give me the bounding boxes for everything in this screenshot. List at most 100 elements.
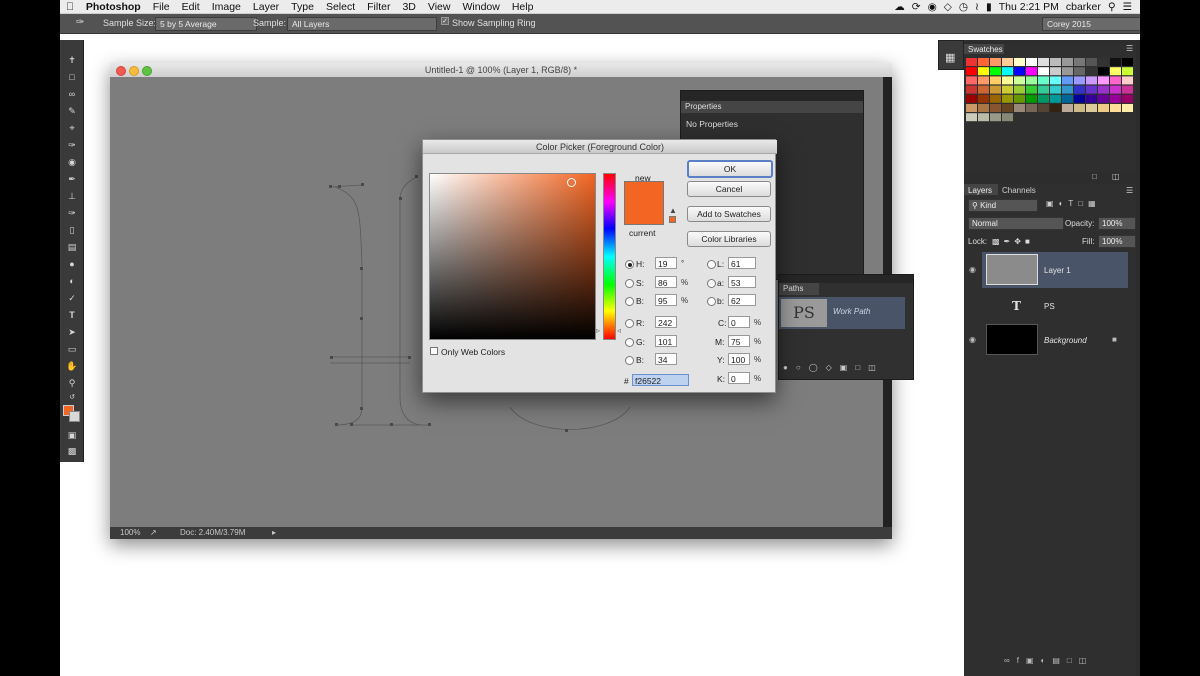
spotlight-icon[interactable]: ⚲ xyxy=(1108,1,1116,13)
swatch[interactable] xyxy=(966,58,977,66)
swatch[interactable] xyxy=(1122,94,1133,103)
swatch[interactable] xyxy=(966,76,977,85)
add-to-swatches-button[interactable]: Add to Swatches xyxy=(687,206,771,222)
eyedropper-tool-icon[interactable]: ✑ xyxy=(76,17,84,28)
a-channel-radio[interactable] xyxy=(707,279,716,288)
swatch[interactable] xyxy=(1038,67,1049,76)
path-row[interactable]: PS Work Path xyxy=(779,297,905,329)
swatch[interactable] xyxy=(1110,67,1121,76)
marquee-tool-icon[interactable]: □ xyxy=(65,71,79,83)
swatch[interactable] xyxy=(990,76,1001,85)
swatch[interactable] xyxy=(1002,76,1013,85)
cyan-field[interactable]: 0 xyxy=(728,316,750,328)
swatch[interactable] xyxy=(1062,58,1073,66)
menu-window[interactable]: Window xyxy=(456,1,505,13)
zoom-window-icon[interactable] xyxy=(142,66,152,76)
properties-tab[interactable]: Properties xyxy=(681,101,863,113)
swap-colors-icon[interactable]: ↺ xyxy=(65,392,79,404)
swatch-grid[interactable] xyxy=(966,58,1134,124)
swatch[interactable] xyxy=(1074,58,1085,66)
opacity-field[interactable]: 100% xyxy=(1098,217,1136,230)
notification-icon[interactable]: ◉ xyxy=(928,1,937,13)
lock-transparency-icon[interactable]: ▩ xyxy=(992,237,1004,246)
swatch[interactable] xyxy=(1062,94,1073,103)
only-web-colors-checkbox[interactable] xyxy=(430,347,438,355)
red-field[interactable]: 242 xyxy=(655,316,677,328)
hex-field[interactable]: f26522 xyxy=(632,374,689,386)
swatch[interactable] xyxy=(1062,67,1073,76)
hue-slider-right-arrow-icon[interactable]: ◃ xyxy=(617,326,621,335)
brightness-field[interactable]: 95 xyxy=(655,294,677,306)
panel-menu-icon[interactable]: ☰ xyxy=(1126,44,1133,53)
swatch[interactable] xyxy=(1074,76,1085,85)
swatch[interactable] xyxy=(1110,85,1121,94)
move-tool-icon[interactable]: ✝ xyxy=(65,54,79,66)
color-libraries-button[interactable]: Color Libraries xyxy=(687,231,771,247)
swatch[interactable] xyxy=(1050,76,1061,85)
sample-select[interactable]: All Layers xyxy=(287,17,437,31)
swatch[interactable] xyxy=(990,94,1001,103)
saturation-radio[interactable] xyxy=(625,279,634,288)
path-select-tool-icon[interactable]: ➤ xyxy=(65,326,79,338)
shape-filter-icon[interactable]: □ xyxy=(1078,199,1088,208)
red-radio[interactable] xyxy=(625,319,634,328)
swatch[interactable] xyxy=(990,67,1001,76)
cancel-button[interactable]: Cancel xyxy=(687,181,771,197)
yellow-field[interactable]: 100 xyxy=(728,353,750,365)
black-field[interactable]: 0 xyxy=(728,372,750,384)
swatch[interactable] xyxy=(1014,104,1025,112)
visibility-eye-icon[interactable]: ◉ xyxy=(969,335,979,345)
swatch[interactable] xyxy=(1026,85,1037,94)
swatch[interactable] xyxy=(1086,58,1097,66)
history-panel-icon[interactable]: ▦ xyxy=(945,51,955,64)
layer-name[interactable]: Background xyxy=(1044,336,1087,345)
blur-tool-icon[interactable]: ● xyxy=(65,258,79,270)
lock-pixels-icon[interactable]: ✒ xyxy=(1004,237,1015,246)
dropbox-icon[interactable]: ◇ xyxy=(944,1,952,13)
lightness-radio[interactable] xyxy=(707,260,716,269)
sync-icon[interactable]: ⟳ xyxy=(912,1,921,13)
swatch[interactable] xyxy=(1050,67,1061,76)
history-brush-icon[interactable]: ✑ xyxy=(65,207,79,219)
a-channel-field[interactable]: 53 xyxy=(728,276,756,288)
delete-swatch-icon[interactable]: ◫ xyxy=(1112,172,1120,181)
swatch[interactable] xyxy=(1062,104,1073,112)
swatch[interactable] xyxy=(1002,67,1013,76)
swatch[interactable] xyxy=(1086,94,1097,103)
time-machine-icon[interactable]: ◷ xyxy=(959,1,968,13)
load-selection-icon[interactable]: ◯ xyxy=(809,363,826,372)
stamp-tool-icon[interactable]: ⊥ xyxy=(65,190,79,202)
menu-filter[interactable]: Filter xyxy=(361,1,396,13)
export-icon[interactable]: ↗ xyxy=(150,527,157,539)
swatch[interactable] xyxy=(1122,104,1133,112)
add-mask-icon[interactable]: ▣ xyxy=(1026,656,1041,665)
swatch[interactable] xyxy=(1122,85,1133,94)
swatch[interactable] xyxy=(1038,76,1049,85)
swatch[interactable] xyxy=(1122,76,1133,85)
delete-path-icon[interactable]: ◫ xyxy=(868,363,884,372)
swatch[interactable] xyxy=(1110,76,1121,85)
layers-tab[interactable]: Layers xyxy=(968,186,992,195)
swatch[interactable] xyxy=(1098,67,1109,76)
hue-slider-left-arrow-icon[interactable]: ▹ xyxy=(596,326,600,335)
swatch[interactable] xyxy=(1074,104,1085,112)
menu-image[interactable]: Image xyxy=(206,1,247,13)
creative-cloud-icon[interactable]: ☁ xyxy=(894,1,905,13)
smart-filter-icon[interactable]: ▦ xyxy=(1088,199,1101,208)
swatch[interactable] xyxy=(1062,85,1073,94)
apple-icon[interactable]:  xyxy=(60,1,80,13)
lightness-field[interactable]: 61 xyxy=(728,257,756,269)
pen-tool-icon[interactable]: ✓ xyxy=(65,292,79,304)
quick-mask-icon[interactable]: ▣ xyxy=(65,429,79,441)
fill-path-icon[interactable]: ● xyxy=(783,363,796,372)
path-name[interactable]: Work Path xyxy=(833,307,870,316)
swatch[interactable] xyxy=(1050,58,1061,66)
swatch[interactable] xyxy=(1002,94,1013,103)
type-filter-icon[interactable]: T xyxy=(1068,199,1078,208)
swatch[interactable] xyxy=(1086,67,1097,76)
channels-tab[interactable]: Channels xyxy=(1002,186,1036,195)
menu-edit[interactable]: Edit xyxy=(176,1,206,13)
lasso-tool-icon[interactable]: ∞ xyxy=(65,88,79,100)
hand-tool-icon[interactable]: ✋ xyxy=(65,360,79,372)
swatch[interactable] xyxy=(1098,58,1109,66)
